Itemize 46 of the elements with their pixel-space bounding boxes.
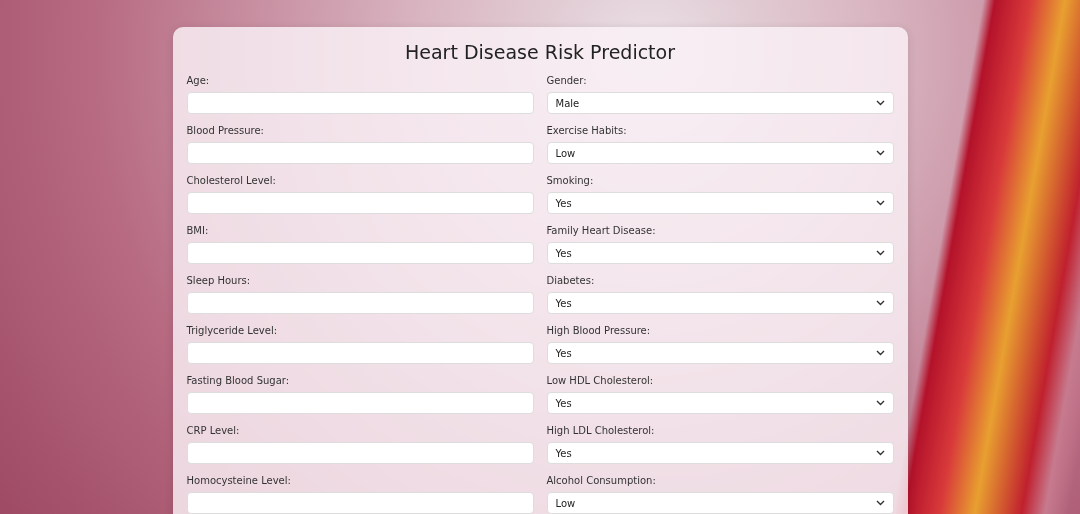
chevron-down-icon bbox=[875, 450, 885, 456]
dropdown[interactable]: Yes bbox=[546, 392, 894, 414]
field-label: High Blood Pressure: bbox=[546, 325, 652, 337]
field-label: Age: bbox=[186, 75, 211, 87]
dropdown[interactable]: Male bbox=[546, 92, 894, 114]
field-label: Blood Pressure: bbox=[186, 125, 265, 137]
chevron-down-icon bbox=[875, 200, 885, 206]
text-input[interactable] bbox=[186, 192, 534, 214]
page-title: Heart Disease Risk Predictor bbox=[404, 41, 676, 63]
chevron-down-icon bbox=[875, 400, 885, 406]
dropdown[interactable]: Yes bbox=[546, 242, 894, 264]
field-label: Smoking: bbox=[546, 175, 595, 187]
text-input[interactable] bbox=[186, 492, 534, 514]
field-label: Triglyceride Level: bbox=[186, 325, 279, 337]
text-input[interactable] bbox=[186, 242, 534, 264]
chevron-down-icon bbox=[875, 500, 885, 506]
text-input[interactable] bbox=[186, 392, 534, 414]
field-label: Low HDL Cholesterol: bbox=[546, 375, 655, 387]
field-label: Gender: bbox=[546, 75, 588, 87]
field-label: Homocysteine Level: bbox=[186, 475, 292, 487]
text-input[interactable] bbox=[186, 142, 534, 164]
dropdown[interactable]: Low bbox=[546, 142, 894, 164]
field-label: Cholesterol Level: bbox=[186, 175, 277, 187]
text-input[interactable] bbox=[186, 342, 534, 364]
chevron-down-icon bbox=[875, 300, 885, 306]
field-label: Exercise Habits: bbox=[546, 125, 628, 137]
chevron-down-icon bbox=[875, 100, 885, 106]
chevron-down-icon bbox=[875, 350, 885, 356]
field-label: Family Heart Disease: bbox=[546, 225, 657, 237]
field-label: Sleep Hours: bbox=[186, 275, 252, 287]
chevron-down-icon bbox=[875, 150, 885, 156]
field-label: High LDL Cholesterol: bbox=[546, 425, 656, 437]
field-label: Fasting Blood Sugar: bbox=[186, 375, 291, 387]
text-input[interactable] bbox=[186, 442, 534, 464]
field-label: Alcohol Consumption: bbox=[546, 475, 657, 487]
field-label: CRP Level: bbox=[186, 425, 241, 437]
field-label: BMI: bbox=[186, 225, 210, 237]
dropdown[interactable]: Yes bbox=[546, 442, 894, 464]
dropdown[interactable]: Yes bbox=[546, 342, 894, 364]
chevron-down-icon bbox=[875, 250, 885, 256]
dropdown[interactable]: Yes bbox=[546, 192, 894, 214]
text-input[interactable] bbox=[186, 92, 534, 114]
dropdown[interactable]: Low bbox=[546, 492, 894, 514]
dropdown[interactable]: Yes bbox=[546, 292, 894, 314]
field-label: Diabetes: bbox=[546, 275, 596, 287]
text-input[interactable] bbox=[186, 292, 534, 314]
